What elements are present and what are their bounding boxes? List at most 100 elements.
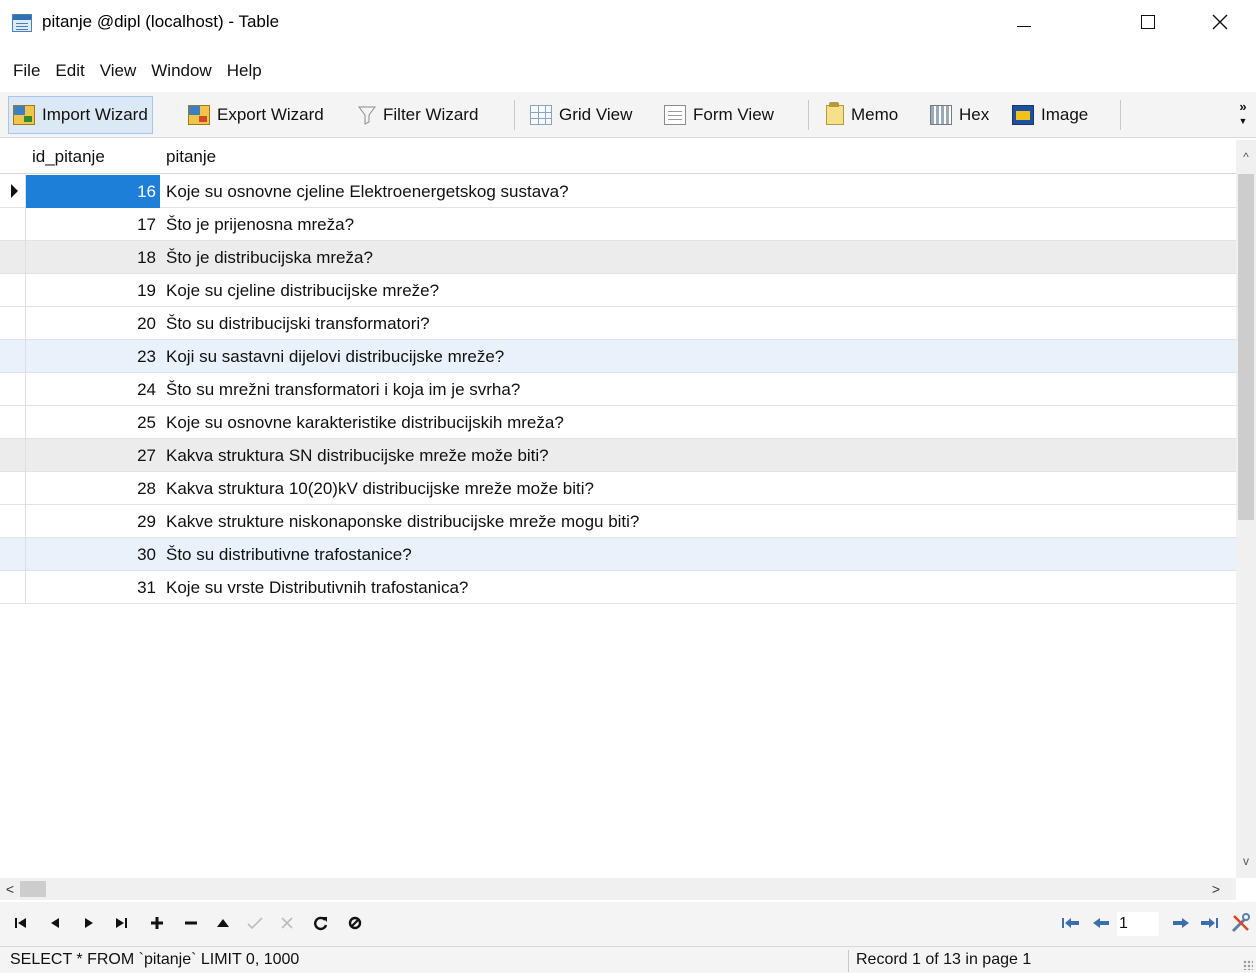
cell-pitanje[interactable]: Što su distributivne trafostanice? — [160, 538, 412, 571]
table-row[interactable]: 23 Koji su sastavni dijelovi distribucijs… — [0, 340, 1236, 373]
close-button[interactable] — [1190, 0, 1250, 44]
apply-changes-button[interactable] — [212, 912, 234, 934]
cell-pitanje[interactable]: Što su mrežni transformatori i koja im j… — [160, 373, 520, 406]
cell-pitanje[interactable]: Koje su osnovne cjeline Elektroenergetsk… — [160, 175, 569, 208]
cell-id-pitanje[interactable]: 17 — [26, 208, 160, 241]
refresh-button[interactable] — [310, 912, 332, 934]
limit-settings-button[interactable] — [1230, 912, 1252, 934]
cell-pitanje[interactable]: Koji su sastavni dijelovi distribucijske… — [160, 340, 504, 373]
data-grid[interactable]: id_pitanje pitanje 16 Koje su osnovne cje… — [0, 140, 1236, 878]
last-page-button[interactable] — [1198, 912, 1220, 934]
previous-page-button[interactable] — [1090, 912, 1112, 934]
row-indicator[interactable] — [0, 175, 26, 208]
cell-pitanje[interactable]: Kakve strukture niskonaponske distribuci… — [160, 505, 639, 538]
table-row[interactable]: 28 Kakva struktura 10(20)kV distribucijsk… — [0, 472, 1236, 505]
cell-id-pitanje[interactable]: 24 — [26, 373, 160, 406]
menu-help[interactable]: Help — [220, 61, 270, 81]
cell-id-pitanje[interactable]: 20 — [26, 307, 160, 340]
scroll-left-icon[interactable]: < — [0, 878, 20, 900]
table-row[interactable]: 25 Koje su osnovne karakteristike distrib… — [0, 406, 1236, 439]
column-header-pitanje[interactable]: pitanje — [160, 140, 1230, 174]
memo-button[interactable]: Memo — [822, 96, 902, 134]
menu-file[interactable]: File — [6, 61, 48, 81]
menu-window[interactable]: Window — [144, 61, 219, 81]
row-indicator[interactable] — [0, 241, 26, 274]
discard-changes-button[interactable] — [276, 912, 298, 934]
cell-id-pitanje[interactable]: 30 — [26, 538, 160, 571]
toolbar-overflow-button[interactable]: » ▼ — [1234, 100, 1252, 130]
row-indicator[interactable] — [0, 406, 26, 439]
first-page-button[interactable] — [1060, 912, 1082, 934]
menu-view[interactable]: View — [93, 61, 145, 81]
table-row[interactable]: 29 Kakve strukture niskonaponske distribu… — [0, 505, 1236, 538]
row-indicator[interactable] — [0, 373, 26, 406]
column-header-id-pitanje[interactable]: id_pitanje — [26, 140, 156, 174]
cell-pitanje[interactable]: Koje su cjeline distribucijske mreže? — [160, 274, 439, 307]
cell-pitanje[interactable]: Što su distribucijski transformatori? — [160, 307, 430, 340]
row-indicator[interactable] — [0, 472, 26, 505]
next-record-button[interactable] — [78, 912, 100, 934]
table-row[interactable]: 24 Što su mrežni transformatori i koja im… — [0, 373, 1236, 406]
horizontal-scrollbar[interactable]: < > — [0, 878, 1236, 900]
maximize-button[interactable] — [1118, 0, 1178, 44]
first-record-button[interactable] — [10, 912, 32, 934]
horizontal-scroll-thumb[interactable] — [20, 881, 46, 897]
scroll-right-icon[interactable]: > — [1206, 878, 1226, 900]
next-page-button[interactable] — [1170, 912, 1192, 934]
previous-record-button[interactable] — [44, 912, 66, 934]
table-row[interactable]: 18 Što je distribucijska mreža? — [0, 241, 1236, 274]
cell-id-pitanje[interactable]: 28 — [26, 472, 160, 505]
cell-pitanje[interactable]: Kakva struktura 10(20)kV distribucijske … — [160, 472, 594, 505]
last-record-button[interactable] — [110, 912, 132, 934]
cell-id-pitanje[interactable]: 25 — [26, 406, 160, 439]
minimize-button[interactable] — [994, 0, 1054, 44]
edit-record-button[interactable] — [244, 912, 266, 934]
row-indicator[interactable] — [0, 571, 26, 604]
row-indicator[interactable] — [0, 505, 26, 538]
cell-pitanje[interactable]: Koje su osnovne karakteristike distribuc… — [160, 406, 564, 439]
row-indicator[interactable] — [0, 538, 26, 571]
table-row[interactable]: 27 Kakva struktura SN distribucijske mrež… — [0, 439, 1236, 472]
resize-grip-icon[interactable] — [1243, 960, 1253, 970]
cell-pitanje[interactable]: Koje su vrste Distributivnih trafostanic… — [160, 571, 468, 604]
scroll-down-icon[interactable]: v — [1236, 844, 1256, 878]
cell-pitanje[interactable]: Kakva struktura SN distribucijske mreže … — [160, 439, 549, 472]
vertical-scrollbar[interactable]: ^ v — [1236, 140, 1256, 878]
hex-button[interactable]: Hex — [926, 96, 993, 134]
add-record-button[interactable] — [146, 912, 168, 934]
image-button[interactable]: Image — [1008, 96, 1092, 134]
cell-id-pitanje[interactable]: 19 — [26, 274, 160, 307]
table-row[interactable]: 19 Koje su cjeline distribucijske mreže? — [0, 274, 1236, 307]
cell-id-pitanje[interactable]: 18 — [26, 241, 160, 274]
menu-edit[interactable]: Edit — [48, 61, 92, 81]
cell-pitanje[interactable]: Što je distribucijska mreža? — [160, 241, 373, 274]
export-wizard-button[interactable]: Export Wizard — [184, 96, 328, 134]
stop-button[interactable] — [344, 912, 366, 934]
grid-view-button[interactable]: Grid View — [526, 96, 636, 134]
table-row[interactable]: 16 Koje su osnovne cjeline Elektroenerget… — [0, 175, 1236, 208]
scroll-up-icon[interactable]: ^ — [1236, 140, 1256, 174]
cell-id-pitanje[interactable]: 31 — [26, 571, 160, 604]
cell-pitanje[interactable]: Što je prijenosna mreža? — [160, 208, 354, 241]
page-number-input[interactable]: 1 — [1117, 912, 1159, 936]
table-row[interactable]: 20 Što su distribucijski transformatori? — [0, 307, 1236, 340]
first-page-icon — [1062, 918, 1079, 928]
cell-id-pitanje[interactable]: 27 — [26, 439, 160, 472]
delete-record-button[interactable] — [180, 912, 202, 934]
row-indicator[interactable] — [0, 439, 26, 472]
row-indicator[interactable] — [0, 340, 26, 373]
cell-id-pitanje[interactable]: 29 — [26, 505, 160, 538]
row-indicator[interactable] — [0, 307, 26, 340]
table-row[interactable]: 30 Što su distributivne trafostanice? — [0, 538, 1236, 571]
row-indicator[interactable] — [0, 274, 26, 307]
vertical-scroll-thumb[interactable] — [1238, 174, 1254, 520]
cell-id-pitanje[interactable]: 16 — [26, 175, 160, 208]
filter-wizard-button[interactable]: Filter Wizard — [354, 96, 482, 134]
row-indicator[interactable] — [0, 208, 26, 241]
filter-icon — [358, 105, 376, 125]
form-view-button[interactable]: Form View — [660, 96, 778, 134]
table-row[interactable]: 31 Koje su vrste Distributivnih trafostan… — [0, 571, 1236, 604]
cell-id-pitanje[interactable]: 23 — [26, 340, 160, 373]
import-wizard-button[interactable]: Import Wizard — [8, 96, 153, 134]
table-row[interactable]: 17 Što je prijenosna mreža? — [0, 208, 1236, 241]
